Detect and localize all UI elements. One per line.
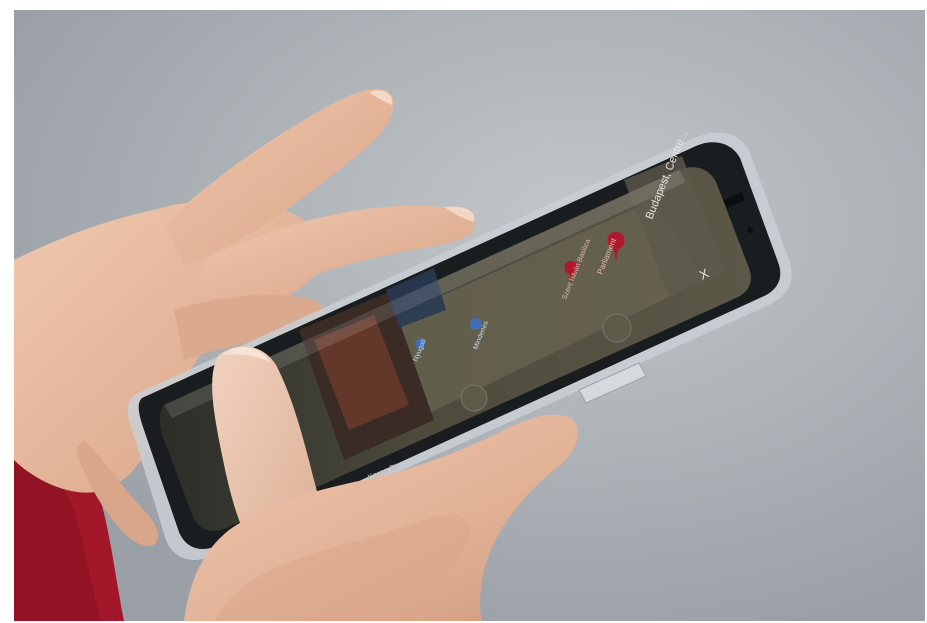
camera [747,227,753,233]
photo-scene: Budapest, Centre... X Parliament Szent I… [14,10,925,621]
navigate-button[interactable] [602,313,632,343]
location-button[interactable] [460,384,488,412]
scene-svg: Budapest, Centre... X Parliament Szent I… [14,10,925,621]
